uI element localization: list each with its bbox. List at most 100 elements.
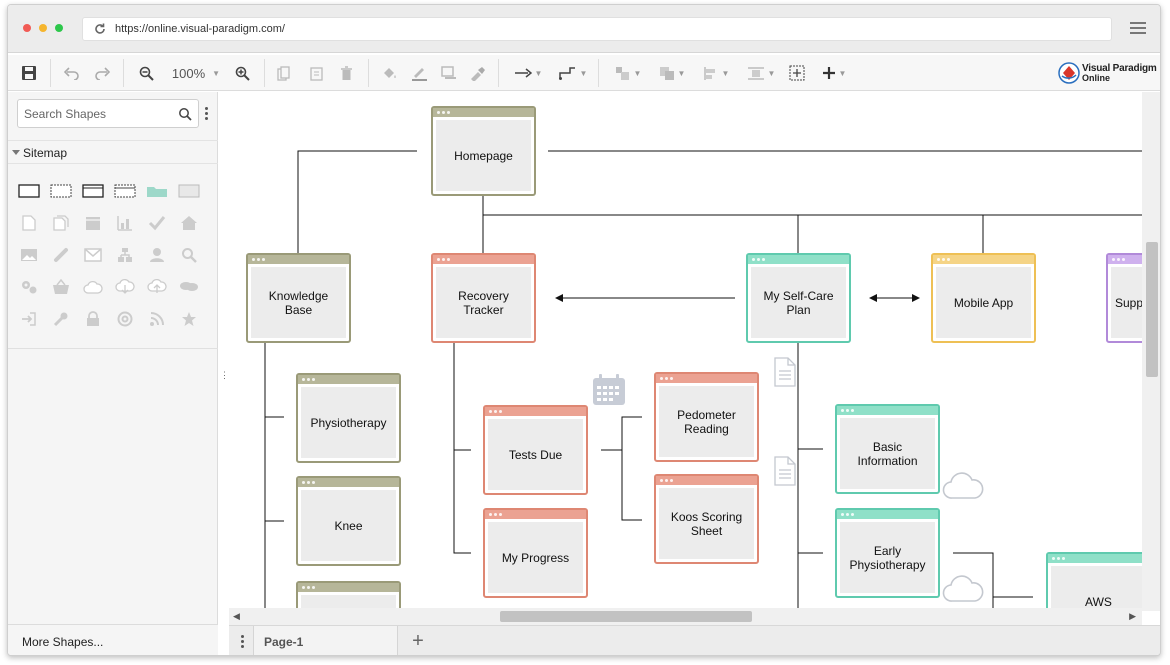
insert-select[interactable]: ▼ — [816, 63, 852, 83]
delete-icon[interactable] — [338, 63, 354, 83]
fit-page-icon[interactable] — [788, 63, 806, 83]
search-shape-icon[interactable] — [178, 244, 200, 266]
diagram-canvas[interactable]: Homepage Knowledge Base Recovery Tracker… — [229, 92, 1142, 611]
panel-shape-icon[interactable] — [178, 180, 200, 202]
undo-icon[interactable] — [64, 63, 80, 83]
line-color-icon[interactable] — [410, 63, 428, 83]
home-icon[interactable] — [178, 212, 200, 234]
scroll-left-icon[interactable]: ◀ — [233, 611, 240, 622]
gears-icon[interactable] — [18, 276, 40, 298]
cloud-icon[interactable] — [82, 276, 104, 298]
dashed-page-shape-icon[interactable] — [50, 180, 72, 202]
zoom-level-select[interactable]: 100% ▼ — [168, 63, 224, 83]
paste-icon[interactable] — [308, 63, 324, 83]
search-shapes-input[interactable]: Search Shapes — [17, 99, 199, 128]
sign-in-icon[interactable] — [18, 308, 40, 330]
node-early-physiotherapy[interactable]: Early Physiotherapy — [835, 508, 940, 598]
node-support[interactable]: Supp — [1106, 253, 1142, 343]
dashed-window-shape-icon[interactable] — [114, 180, 136, 202]
horizontal-scroll-thumb[interactable] — [500, 611, 752, 622]
reload-icon[interactable] — [93, 22, 107, 36]
visual-paradigm-logo: Visual Paradigm Online — [1058, 61, 1157, 85]
node-knowledge-base[interactable]: Knowledge Base — [246, 253, 351, 343]
folder-icon[interactable] — [146, 180, 168, 202]
align-select[interactable]: ▼ — [700, 63, 732, 83]
image-icon[interactable] — [18, 244, 40, 266]
zoom-out-icon[interactable] — [138, 63, 154, 83]
shapes-sidebar: Search Shapes Sitemap More Shapes... — [8, 92, 218, 655]
sitemap-icon[interactable] — [114, 244, 136, 266]
node-knee[interactable]: Knee — [296, 476, 401, 566]
vertical-scrollbar[interactable] — [1142, 92, 1160, 611]
node-physiotherapy[interactable]: Physiotherapy — [296, 373, 401, 463]
link-icon[interactable] — [50, 244, 72, 266]
save-icon[interactable] — [20, 63, 38, 83]
page-shape-icon[interactable] — [18, 180, 40, 202]
wrench-icon[interactable] — [50, 308, 72, 330]
sitemap-section-header[interactable]: Sitemap — [8, 140, 218, 164]
maximize-window-dot[interactable] — [55, 24, 63, 32]
node-homepage-label: Homepage — [436, 120, 531, 191]
window-shape-icon[interactable] — [82, 180, 104, 202]
group-select[interactable]: ▼ — [612, 63, 644, 83]
bar-chart-icon[interactable] — [114, 212, 136, 234]
zoom-in-icon[interactable] — [234, 63, 250, 83]
horizontal-scrollbar[interactable]: ◀ ▶ — [229, 608, 1142, 625]
node-support-label: Supp — [1111, 267, 1142, 338]
vertical-scroll-thumb[interactable] — [1146, 242, 1158, 377]
fill-color-icon[interactable] — [380, 63, 398, 83]
add-page-button[interactable]: + — [407, 630, 429, 652]
node-my-progress-label: My Progress — [488, 522, 583, 593]
cloud-upload-icon[interactable] — [146, 276, 168, 298]
node-tests-due[interactable]: Tests Due — [483, 405, 588, 495]
calendar-icon[interactable] — [82, 212, 104, 234]
node-tests-due-label: Tests Due — [488, 419, 583, 490]
chat-icon[interactable] — [178, 276, 200, 298]
node-olive-partial[interactable] — [296, 581, 401, 611]
close-window-dot[interactable] — [23, 24, 31, 32]
node-aws-label: AWS — [1051, 566, 1142, 611]
browser-menu-icon[interactable] — [1130, 22, 1146, 36]
tab-page-1[interactable]: Page-1 — [253, 626, 398, 655]
page-options-icon[interactable] — [241, 635, 245, 649]
node-basic-information[interactable]: Basic Information — [835, 404, 940, 494]
connector-type-select[interactable]: ▼ — [556, 63, 590, 83]
sidebar-options-icon[interactable] — [205, 107, 209, 121]
cloud-download-icon[interactable] — [114, 276, 136, 298]
address-bar[interactable]: https://online.visual-paradigm.com/ — [82, 17, 1112, 41]
node-mobile-app[interactable]: Mobile App — [931, 253, 1036, 343]
shadow-icon[interactable] — [440, 63, 458, 83]
rss-icon[interactable] — [146, 308, 168, 330]
redo-icon[interactable] — [94, 63, 110, 83]
search-icon[interactable] — [178, 107, 192, 121]
user-icon[interactable] — [146, 244, 168, 266]
cloud-icon — [942, 575, 984, 602]
scroll-right-icon[interactable]: ▶ — [1129, 611, 1136, 622]
more-shapes-button[interactable]: More Shapes... — [8, 624, 218, 655]
logo-subtext: Online — [1082, 73, 1111, 83]
star-icon[interactable] — [178, 308, 200, 330]
copy-icon[interactable] — [276, 63, 292, 83]
sidebar-resize-handle[interactable]: ⋮ — [220, 370, 229, 381]
lock-icon[interactable] — [82, 308, 104, 330]
mail-icon[interactable] — [82, 244, 104, 266]
node-pedometer-reading[interactable]: Pedometer Reading — [654, 372, 759, 462]
minimize-window-dot[interactable] — [39, 24, 47, 32]
node-koos-scoring-sheet[interactable]: Koos Scoring Sheet — [654, 474, 759, 564]
zoom-level-value: 100% — [171, 65, 206, 81]
node-self-care-plan[interactable]: My Self-Care Plan — [746, 253, 851, 343]
lifebuoy-icon[interactable] — [114, 308, 136, 330]
node-my-progress[interactable]: My Progress — [483, 508, 588, 598]
documents-icon[interactable] — [50, 212, 72, 234]
node-recovery-tracker[interactable]: Recovery Tracker — [431, 253, 536, 343]
node-homepage[interactable]: Homepage — [431, 106, 536, 196]
distribute-select[interactable]: ▼ — [744, 63, 778, 83]
browser-bar: https://online.visual-paradigm.com/ — [8, 5, 1160, 53]
document-icon[interactable] — [18, 212, 40, 234]
basket-icon[interactable] — [50, 276, 72, 298]
arrange-select[interactable]: ▼ — [656, 63, 688, 83]
node-aws[interactable]: AWS — [1046, 552, 1142, 611]
connector-style-select[interactable]: ▼ — [512, 63, 544, 83]
checkmark-icon[interactable] — [146, 212, 168, 234]
format-painter-icon[interactable] — [468, 63, 486, 83]
